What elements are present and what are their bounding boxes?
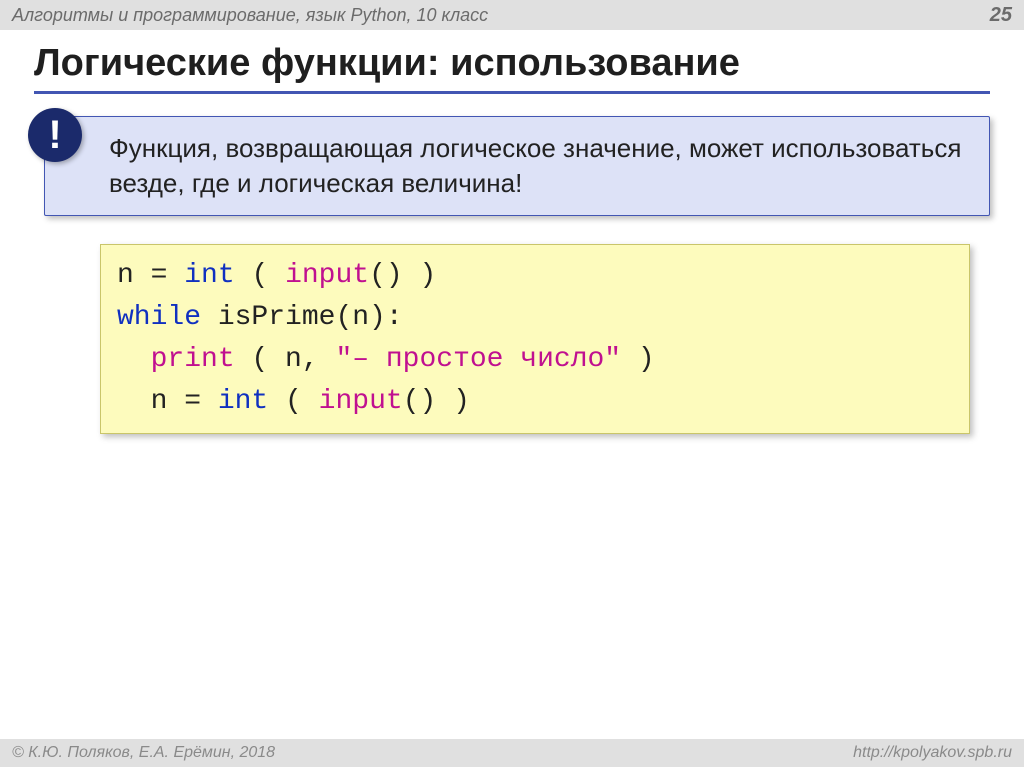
code-string: "– простое число" <box>335 344 621 375</box>
code-text: ( <box>268 386 318 417</box>
code-text: ( <box>235 260 285 291</box>
code-indent <box>117 344 151 375</box>
code-func-input: input <box>285 260 369 291</box>
footer: © К.Ю. Поляков, Е.А. Ерёмин, 2018 http:/… <box>0 739 1024 767</box>
code-text: isPrime(n): <box>201 302 403 333</box>
code-text: n = <box>117 260 184 291</box>
top-bar: Алгоритмы и программирование, язык Pytho… <box>0 0 1024 30</box>
exclamation-icon-label: ! <box>48 113 61 158</box>
code-text: () ) <box>403 386 470 417</box>
code-func-input: input <box>319 386 403 417</box>
page-number: 25 <box>990 4 1012 27</box>
code-func-print: print <box>151 344 235 375</box>
slide: Алгоритмы и программирование, язык Pytho… <box>0 0 1024 767</box>
footer-copyright: © К.Ю. Поляков, Е.А. Ерёмин, 2018 <box>12 744 275 762</box>
callout: ! Функция, возвращающая логическое значе… <box>34 116 990 216</box>
code-block: n = int ( input() ) while isPrime(n): pr… <box>100 244 970 434</box>
course-label: Алгоритмы и программирование, язык Pytho… <box>12 5 488 26</box>
code-keyword-int: int <box>184 260 234 291</box>
code-text: () ) <box>369 260 436 291</box>
code-text: ) <box>621 344 655 375</box>
callout-text: Функция, возвращающая логическое значени… <box>44 116 990 216</box>
code-indent: n = <box>117 386 218 417</box>
exclamation-icon: ! <box>28 108 82 162</box>
code-keyword-while: while <box>117 302 201 333</box>
code-keyword-int: int <box>218 386 268 417</box>
footer-url: http://kpolyakov.spb.ru <box>853 744 1012 762</box>
slide-title: Логические функции: использование <box>34 42 990 94</box>
code-text: ( n, <box>235 344 336 375</box>
